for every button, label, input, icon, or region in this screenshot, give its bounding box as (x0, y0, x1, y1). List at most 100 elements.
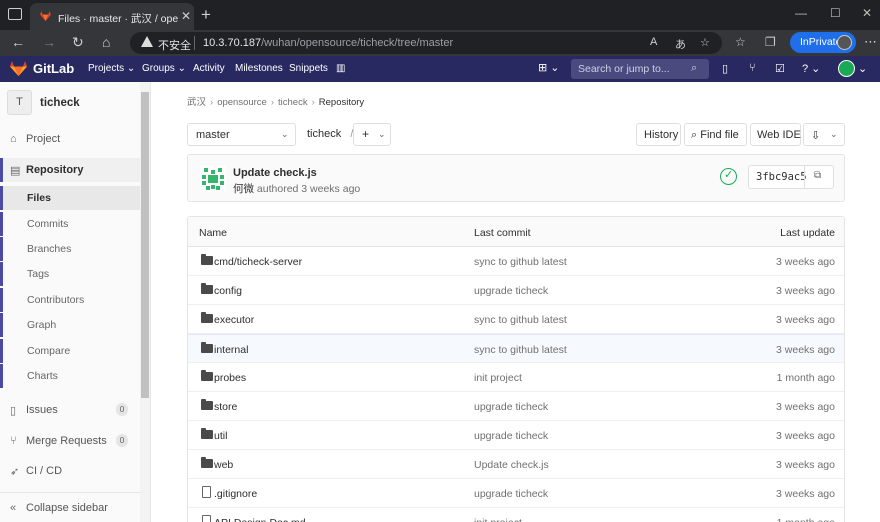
file-last-commit[interactable]: sync to github latest (474, 344, 567, 356)
help-icon[interactable]: ? ⌄ (802, 62, 820, 75)
nav-activity[interactable]: Activity (193, 63, 225, 74)
table-row[interactable]: executor sync to github latest 3 weeks ago (188, 305, 844, 334)
file-name[interactable]: cmd/ticheck-server (214, 256, 302, 268)
author-avatar[interactable] (200, 166, 226, 192)
table-row[interactable]: config upgrade ticheck 3 weeks ago (188, 276, 844, 305)
window-close-icon[interactable]: ✕ (862, 6, 872, 20)
file-name[interactable]: store (214, 401, 237, 413)
sidebar-subitem-graph[interactable]: Graph (0, 313, 140, 337)
sidebar-item-repository[interactable]: ▤ Repository (0, 158, 140, 182)
add-to-tree-button[interactable]: + ⌄ (353, 123, 391, 146)
file-last-commit[interactable]: init project (474, 372, 522, 384)
copy-icon[interactable]: ⧉ (814, 170, 821, 181)
table-row[interactable]: API Design Doc.md init project 1 month ago (188, 508, 844, 522)
download-button[interactable]: ⇩ ⌄ (803, 123, 845, 146)
commit-sha[interactable]: 3fbc9ac5 ⧉ (748, 165, 834, 189)
table-row[interactable]: web Update check.js 3 weeks ago (188, 450, 844, 479)
page-scrollbar[interactable] (860, 82, 880, 522)
file-name[interactable]: .gitignore (214, 488, 257, 500)
project-name[interactable]: ticheck (40, 97, 80, 109)
browser-tab-active[interactable]: Files · master · 武汉 / opensource ✕ (30, 3, 194, 30)
file-name[interactable]: config (214, 285, 242, 297)
translate-icon[interactable]: あ (675, 36, 686, 52)
nav-snippets[interactable]: Snippets (289, 63, 328, 74)
new-item-icon[interactable]: ⊞ ⌄ (538, 61, 560, 74)
todos-icon[interactable]: ☑ (775, 62, 785, 75)
file-last-commit[interactable]: upgrade ticheck (474, 285, 548, 297)
sidebar-subitem-branches[interactable]: Branches (0, 237, 140, 261)
sidebar-item-cicd[interactable]: ➶ CI / CD (0, 459, 140, 483)
file-name[interactable]: executor (214, 314, 254, 326)
url-field[interactable]: 不安全 10.3.70.187/wuhan/opensource/ticheck… (130, 32, 722, 54)
sidebar-scrollbar[interactable] (140, 82, 150, 522)
file-last-commit[interactable]: Update check.js (474, 459, 549, 471)
commit-author[interactable]: 何微 (233, 183, 254, 195)
breadcrumb-current[interactable]: Repository (319, 97, 364, 108)
new-tab-icon[interactable]: + (201, 5, 211, 25)
breadcrumb-project[interactable]: ticheck (278, 97, 308, 108)
breadcrumb-subgroup[interactable]: opensource (217, 97, 267, 108)
window-maximize-icon[interactable]: ☐ (830, 6, 841, 20)
more-icon[interactable]: ⋯ (864, 34, 877, 50)
read-aloud-icon[interactable]: A (650, 36, 657, 48)
collapse-sidebar-button[interactable]: « Collapse sidebar (0, 492, 140, 522)
file-last-commit[interactable]: upgrade ticheck (474, 401, 548, 413)
web-ide-button[interactable]: Web IDE (750, 123, 801, 146)
forward-icon[interactable]: → (42, 34, 56, 50)
file-name[interactable]: util (214, 430, 227, 442)
sidebar-item-merge-requests[interactable]: ⑂ Merge Requests 0 (0, 429, 140, 453)
refresh-icon[interactable]: ↻ (72, 34, 84, 51)
issues-icon[interactable]: ▯ (722, 62, 728, 75)
sidebar-item-project[interactable]: ⌂ Project (0, 127, 140, 151)
inprivate-button[interactable]: InPrivate (790, 32, 856, 53)
file-last-commit[interactable]: sync to github latest (474, 256, 567, 268)
sidebar-item-issues[interactable]: ▯ Issues 0 (0, 398, 140, 422)
file-last-commit[interactable]: upgrade ticheck (474, 488, 548, 500)
file-name[interactable]: web (214, 459, 233, 471)
sidebar-subitem-charts[interactable]: Charts (0, 364, 140, 388)
sidebar-subitem-files[interactable]: Files (0, 186, 140, 210)
breadcrumb-group[interactable]: 武汉 (187, 97, 206, 108)
table-row[interactable]: store upgrade ticheck 3 weeks ago (188, 392, 844, 421)
sidebar-subitem-tags[interactable]: Tags (0, 262, 140, 286)
search-input[interactable]: Search or jump to... ⌕ (571, 59, 709, 79)
tab-close-icon[interactable]: ✕ (181, 9, 191, 23)
url-text[interactable]: 10.3.70.187/wuhan/opensource/ticheck/tre… (203, 37, 453, 49)
history-button[interactable]: History (636, 123, 681, 146)
file-name[interactable]: API Design Doc.md (214, 517, 306, 522)
file-name[interactable]: internal (214, 344, 248, 356)
user-avatar[interactable] (838, 60, 855, 77)
pipeline-status-icon[interactable]: ✓ (720, 168, 737, 185)
gitlab-logo-icon[interactable] (10, 61, 27, 76)
nav-groups[interactable]: Groups ⌄ (142, 63, 186, 74)
window-minimize-icon[interactable]: — (795, 6, 807, 20)
chevron-down-icon[interactable]: ⌄ (858, 62, 867, 75)
sidebar-subitem-commits[interactable]: Commits (0, 212, 140, 236)
sidebar-scroll-thumb[interactable] (141, 92, 149, 398)
table-row[interactable]: cmd/ticheck-server sync to github latest 3… (188, 247, 844, 276)
tab-actions-icon[interactable] (8, 8, 22, 20)
merge-requests-icon[interactable]: ⑂ (749, 62, 756, 74)
back-icon[interactable]: ← (11, 34, 25, 50)
table-row[interactable]: util upgrade ticheck 3 weeks ago (188, 421, 844, 450)
find-file-button[interactable]: ⌕ Find file (684, 123, 747, 146)
security-label[interactable]: 不安全 (158, 37, 191, 53)
file-last-commit[interactable]: init project (474, 517, 522, 522)
project-avatar[interactable]: T (7, 90, 32, 115)
table-row[interactable]: internal sync to github latest 3 weeks ago (188, 334, 844, 363)
sidebar-subitem-compare[interactable]: Compare (0, 339, 140, 363)
chart-icon[interactable]: ▥ (336, 63, 345, 74)
home-icon[interactable]: ⌂ (102, 34, 110, 50)
file-name[interactable]: probes (214, 372, 246, 384)
brand-name[interactable]: GitLab (33, 61, 74, 76)
favorite-add-icon[interactable]: ☆ (700, 36, 710, 49)
sidebar-subitem-contributors[interactable]: Contributors (0, 288, 140, 312)
commit-title[interactable]: Update check.js (233, 167, 317, 179)
branch-select[interactable]: master ⌄ (187, 123, 296, 146)
nav-milestones[interactable]: Milestones (235, 63, 283, 74)
favorites-icon[interactable]: ☆ (735, 35, 746, 49)
nav-projects[interactable]: Projects ⌄ (88, 63, 135, 74)
table-row[interactable]: probes init project 1 month ago (188, 363, 844, 392)
repo-path[interactable]: ticheck / (307, 128, 353, 140)
file-last-commit[interactable]: upgrade ticheck (474, 430, 548, 442)
